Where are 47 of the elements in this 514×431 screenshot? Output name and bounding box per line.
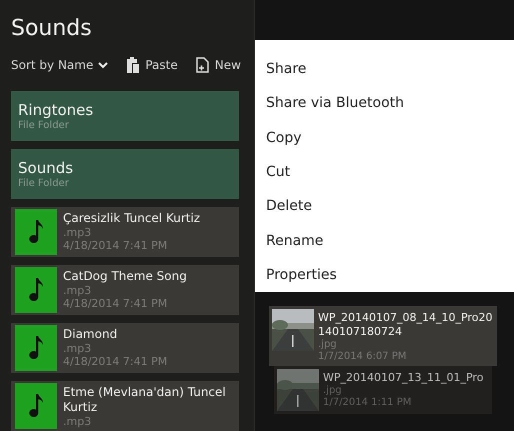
menu-item[interactable]: Properties [266, 258, 514, 292]
sort-dropdown[interactable]: Sort by Name [11, 58, 108, 72]
folder-type: File Folder [18, 119, 70, 132]
file-date: 4/18/2014 7:41 PM [63, 355, 168, 368]
music-note-icon [29, 278, 43, 302]
music-note-icon [29, 394, 43, 418]
file-type: .mp3 [63, 284, 92, 297]
folder-name: Sounds [18, 159, 74, 177]
folder-tile[interactable]: Sounds File Folder [11, 149, 239, 199]
page-title: Sounds [11, 15, 93, 42]
file-date: 4/18/2014 7:41 PM [63, 239, 168, 252]
file-tile[interactable]: WP_20140107_08_14_10_Pro20140107180724 .jpg 1/7/2014 6:07 PM [269, 306, 497, 366]
file-type: .jpg [323, 385, 343, 397]
menu-item[interactable]: Copy [266, 120, 514, 155]
chevron-down-icon [98, 62, 108, 69]
file-type: .mp3 [63, 342, 92, 355]
file-name: WP_20140107_13_11_01_Pro [323, 370, 484, 385]
new-button[interactable]: New [196, 57, 241, 74]
paste-button[interactable]: Paste [126, 57, 178, 74]
music-note-icon [29, 336, 43, 360]
menu-item[interactable]: Delete [266, 189, 514, 224]
clipboard-icon [126, 57, 140, 74]
music-note-icon [29, 220, 43, 244]
file-tile[interactable]: CatDog Theme Song .mp3 4/18/2014 7:41 PM [11, 265, 239, 315]
file-tile[interactable]: WP_20140107_13_11_01_Pro .jpg 1/7/2014 1:11 PM [274, 366, 492, 414]
folder-tile[interactable]: Ringtones File Folder [11, 91, 239, 141]
new-document-icon [196, 57, 209, 74]
file-date: 4/18/2014 7:41 PM [63, 297, 168, 310]
file-date: 1/7/2014 6:07 PM [318, 351, 408, 363]
folder-type: File Folder [18, 177, 70, 190]
menu-item[interactable]: Rename [266, 223, 514, 258]
file-name: Etme (Mevlana'dan) Tuncel Kurtiz [63, 384, 227, 415]
file-tile[interactable]: Diamond .mp3 4/18/2014 7:41 PM [11, 323, 239, 373]
menu-item[interactable]: Share [266, 52, 514, 86]
menu-item[interactable]: Share via Bluetooth [266, 86, 514, 121]
file-name: CatDog Theme Song [63, 268, 187, 284]
file-tile[interactable]: Çaresizlik Tuncel Kurtiz .mp3 4/18/2014 7:41 PM [11, 207, 239, 257]
file-type: .mp3 [63, 415, 92, 428]
file-type: .jpg [318, 339, 338, 351]
file-name: Diamond [63, 326, 118, 342]
file-type: .mp3 [63, 226, 92, 239]
menu-item[interactable]: Cut [266, 154, 514, 190]
folder-name: Ringtones [18, 101, 94, 119]
file-name: Çaresizlik Tuncel Kurtiz [63, 210, 200, 226]
file-date: 1/7/2014 1:11 PM [323, 397, 412, 409]
file-name: WP_20140107_08_14_10_Pro20140107180724 [318, 310, 494, 339]
file-tile[interactable]: Etme (Mevlana'dan) Tuncel Kurtiz .mp3 [11, 381, 239, 431]
